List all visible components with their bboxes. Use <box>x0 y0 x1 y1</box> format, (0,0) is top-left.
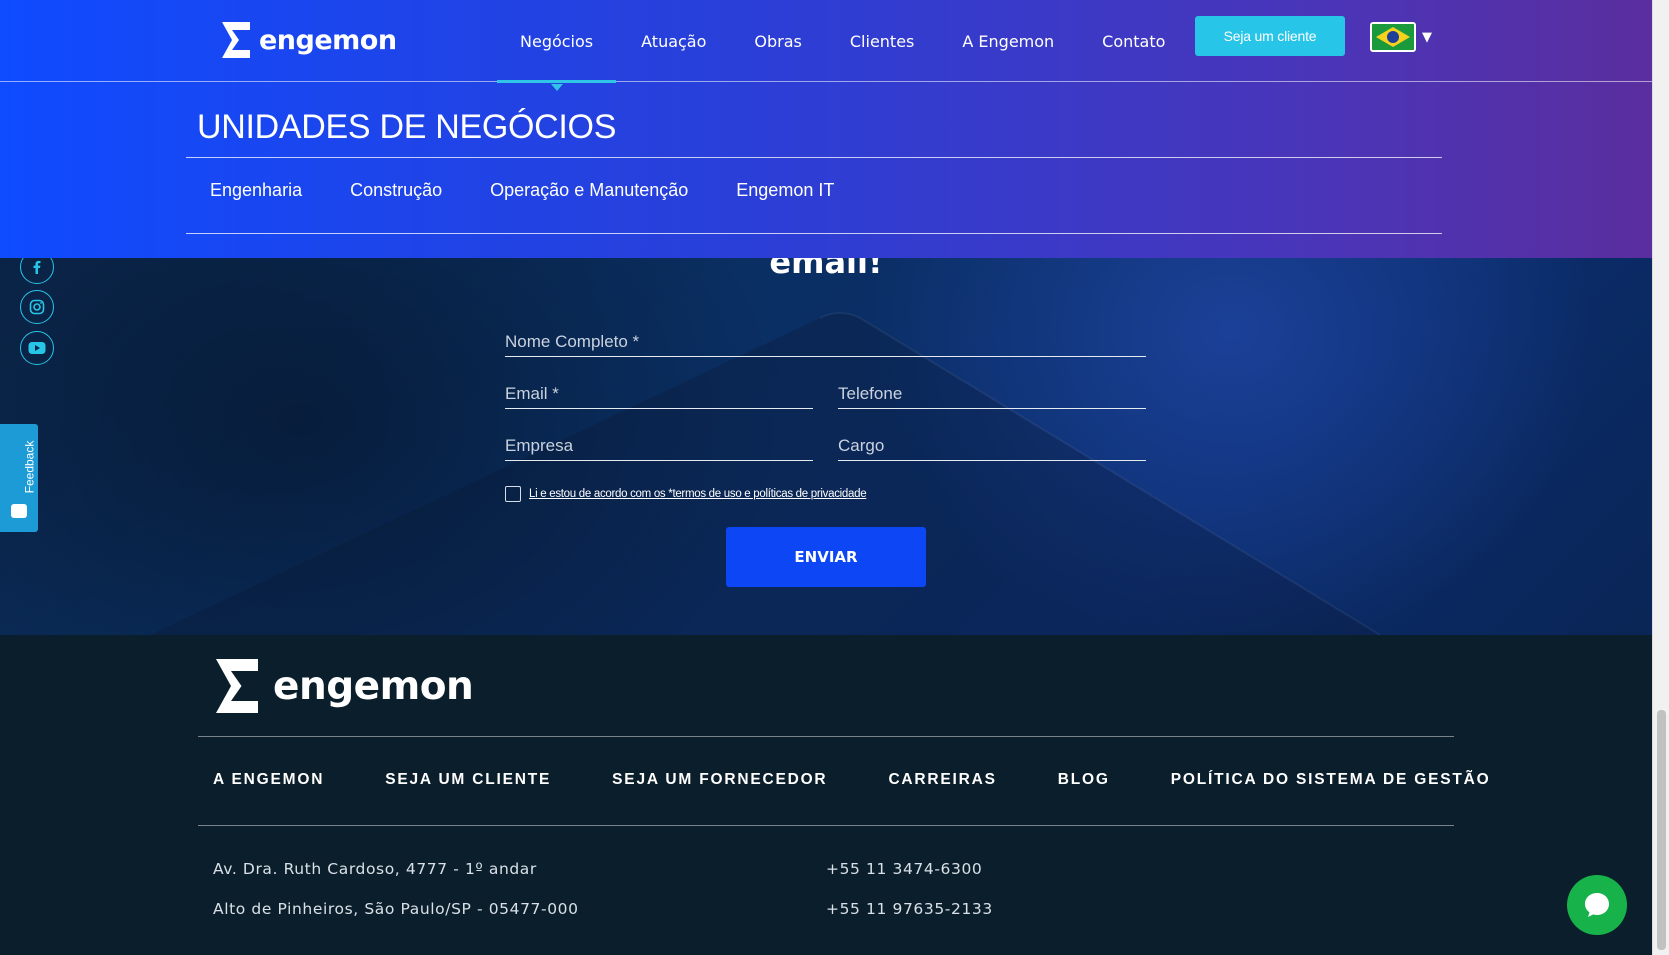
header-logo[interactable]: engemon <box>220 22 397 58</box>
name-field-placeholder: Nome Completo * <box>505 332 640 351</box>
divider <box>198 825 1454 826</box>
site-header: engemon Negócios Atuação Obras Clientes … <box>0 0 1652 258</box>
divider <box>186 157 1442 158</box>
terms-checkbox[interactable] <box>505 486 521 502</box>
unit-construcao[interactable]: Construção <box>350 180 442 201</box>
youtube-link[interactable] <box>20 331 54 365</box>
business-units-title: UNIDADES DE NEGÓCIOS <box>197 108 617 146</box>
terms-consent: Li e estou de acordo com os *termos de u… <box>505 486 867 502</box>
terms-link[interactable]: Li e estou de acordo com os *termos de u… <box>529 488 867 500</box>
engemon-logo-icon <box>222 22 250 58</box>
instagram-link[interactable] <box>20 290 54 324</box>
address-line-2: Alto de Pinheiros, São Paulo/SP - 05477-… <box>213 900 579 918</box>
business-units-menu: Engenharia Construção Operação e Manuten… <box>210 180 882 201</box>
name-field[interactable]: Nome Completo * <box>505 323 1146 357</box>
logo-wordmark: engemon <box>259 24 397 56</box>
youtube-icon <box>28 342 46 354</box>
footer-link-blog[interactable]: BLOG <box>1058 771 1110 789</box>
chat-button[interactable] <box>1567 875 1627 935</box>
chat-bubble-icon <box>1585 893 1609 917</box>
nav-item-negocios[interactable]: Negócios <box>496 0 617 91</box>
footer-logo[interactable]: engemon <box>213 659 474 713</box>
nav-item-clientes[interactable]: Clientes <box>850 0 915 82</box>
footer-link-seja-fornecedor[interactable]: SEJA UM FORNECEDOR <box>612 771 827 789</box>
phone-field[interactable]: Telefone <box>838 375 1146 409</box>
footer-nav: A ENGEMON SEJA UM CLIENTE SEJA UM FORNEC… <box>213 771 1552 789</box>
main-nav: Negócios Atuação Obras Clientes A Engemo… <box>496 0 1213 91</box>
address-line-1: Av. Dra. Ruth Cardoso, 4777 - 1º andar <box>213 860 537 878</box>
company-field[interactable]: Empresa <box>505 427 813 461</box>
logo-wordmark: engemon <box>273 663 474 709</box>
instagram-icon <box>29 299 45 315</box>
language-selector[interactable]: ▼ <box>1370 22 1432 52</box>
page-scrollbar[interactable] <box>1652 0 1669 955</box>
divider <box>186 233 1442 234</box>
nav-item-a-engemon[interactable]: A Engemon <box>962 0 1054 82</box>
facebook-icon <box>33 260 41 274</box>
phone-field-placeholder: Telefone <box>838 384 903 403</box>
footer-link-a-engemon[interactable]: A ENGEMON <box>213 771 324 789</box>
chevron-down-icon: ▼ <box>1422 29 1432 45</box>
email-field[interactable]: Email * <box>505 375 813 409</box>
footer-link-politica[interactable]: POLÍTICA DO SISTEMA DE GESTÃO <box>1171 771 1491 789</box>
unit-engemon-it[interactable]: Engemon IT <box>736 180 834 201</box>
feedback-icon <box>11 504 27 518</box>
footer-link-carreiras[interactable]: CARREIRAS <box>888 771 996 789</box>
become-client-button[interactable]: Seja um cliente <box>1195 16 1345 56</box>
company-field-placeholder: Empresa <box>505 436 574 455</box>
role-field[interactable]: Cargo <box>838 427 1146 461</box>
scrollbar-thumb[interactable] <box>1657 710 1666 950</box>
role-field-placeholder: Cargo <box>838 436 885 455</box>
engemon-logo-icon <box>216 659 258 713</box>
feedback-label: Feedback <box>22 440 37 494</box>
nav-item-contato[interactable]: Contato <box>1102 0 1165 82</box>
phone-2[interactable]: +55 11 97635-2133 <box>826 900 993 918</box>
site-footer: engemon A ENGEMON SEJA UM CLIENTE SEJA U… <box>0 635 1652 955</box>
email-field-placeholder: Email * <box>505 384 559 403</box>
submit-button[interactable]: ENVIAR <box>726 527 926 587</box>
nav-item-atuacao[interactable]: Atuação <box>641 0 706 82</box>
footer-link-seja-cliente[interactable]: SEJA UM CLIENTE <box>385 771 551 789</box>
top-navigation-bar: engemon Negócios Atuação Obras Clientes … <box>0 0 1652 91</box>
unit-operacao-manutencao[interactable]: Operação e Manutenção <box>490 180 688 201</box>
divider <box>198 736 1454 737</box>
unit-engenharia[interactable]: Engenharia <box>210 180 302 201</box>
nav-item-obras[interactable]: Obras <box>754 0 801 82</box>
brazil-flag-icon <box>1370 22 1416 52</box>
feedback-tab[interactable]: Feedback <box>0 424 38 532</box>
phone-1[interactable]: +55 11 3474-6300 <box>826 860 982 878</box>
